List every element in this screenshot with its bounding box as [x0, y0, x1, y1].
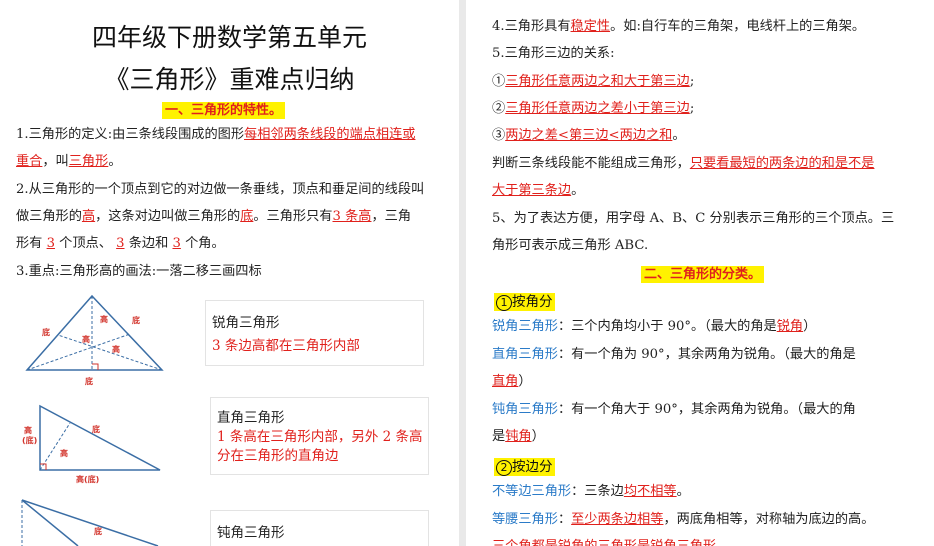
box-title: 直角三角形: [217, 410, 285, 426]
obtuse-definition: 钝角三角形：有一个角大于 90°，其余两角为锐角。（最大的角: [492, 402, 856, 417]
document-title: 四年级下册数学第五单元: [91, 23, 367, 52]
category-by-angle: 1 按角分: [494, 290, 555, 311]
obtuse-triangle-figure: 底: [21, 499, 159, 546]
obtuse-definition-cont: 是钝角）: [492, 429, 545, 444]
box-description: 1 条高在三角形内部，另外 2 条高分在三角形的直角边: [217, 429, 423, 464]
side-relation-3: ③两边之差<第三边<两边之和。: [492, 128, 686, 143]
side-relation-2: ②三角形任意两边之差小于第三边;: [492, 101, 695, 116]
right-triangle-box: 直角三角形 1 条高在三角形内部，另外 2 条高分在三角形的直角边: [210, 397, 429, 475]
right-definition: 直角三角形：有一个角为 90°，其余两角为锐角。（最大的角是: [492, 347, 856, 362]
figure-label: 高: [112, 344, 120, 354]
figure-label: 底: [84, 376, 93, 386]
figure-label: 高: [60, 448, 68, 458]
category-by-side: 2 按边分: [494, 455, 555, 476]
figure-label: 高: [100, 314, 108, 324]
paragraph-height-cont: 做三角形的高，这条对边叫做三角形的底。三角形只有3 条高，三角: [16, 209, 412, 224]
right-definition-cont: 直角）: [492, 374, 532, 389]
figure-label: 高(底): [76, 474, 99, 484]
paragraph-height-method: 3.重点:三角形高的画法:一落二移三画四标: [16, 264, 262, 279]
paragraph-height-cont2: 形有 3 个顶点、 3 条边和 3 个角。: [16, 236, 225, 251]
box-title: 锐角三角形: [212, 315, 280, 331]
figure-label: 底: [91, 424, 100, 434]
section-heading-classification: 二、三角形的分类。: [641, 263, 765, 283]
isosceles-definition: 等腰三角形：至少两条边相等，两底角相等，对称轴为底边的高。: [492, 512, 875, 527]
notation-line: 5、为了表达方便，用字母 A、B、C 分别表示三角形的三个顶点。三: [492, 211, 895, 226]
section-heading-properties: 一、三角形的特性。: [162, 99, 286, 119]
acute-triangle-figure: 底 底 底 高 高 高: [25, 294, 164, 386]
paragraph-definition: 1.三角形的定义:由三条线段围成的图形每相邻两条线段的端点相连或: [16, 127, 416, 142]
notation-line-cont: 角形可表示成三角形 ABC.: [492, 238, 649, 253]
document-subtitle: 《三角形》重难点归纳: [104, 65, 355, 94]
stability-line: 4.三角形具有稳定性。如:自行车的三角架，电线杆上的三角架。: [492, 19, 866, 34]
figure-label: 高: [82, 334, 90, 344]
figure-label: (底): [22, 435, 37, 445]
acute-triangle-box: 锐角三角形 3 条边高都在三角形内部: [205, 300, 424, 366]
judge-line-cont: 大于第三条边。: [492, 183, 585, 198]
left-page: 四年级下册数学第五单元 《三角形》重难点归纳 一、三角形的特性。 1.三角形的定…: [0, 0, 459, 546]
paragraph-definition-cont: 重合，叫三角形。: [16, 154, 122, 169]
acute-definition: 锐角三角形：三个内角均小于 90°。（最大的角是锐角）: [492, 319, 817, 334]
right-page: 4.三角形具有稳定性。如:自行车的三角架，电线杆上的三角架。 5.三角形三边的关…: [466, 0, 934, 546]
paragraph-height: 2.从三角形的一个顶点到它的对边做一条垂线，顶点和垂足间的线段叫: [16, 182, 425, 197]
box-title: 钝角三角形: [217, 525, 285, 541]
box-description: 3 条边高都在三角形内部: [212, 338, 360, 354]
acute-note-partial: 三个角都是锐角的三角形是锐角三角形: [492, 533, 716, 546]
circled-number: 2: [496, 460, 512, 476]
judge-line: 判断三条线段能不能组成三角形，只要看最短的两条边的和是不是: [492, 156, 875, 171]
circled-number: 1: [496, 295, 512, 311]
figure-label: 高: [24, 425, 32, 435]
right-triangle-figure: 高 (底) 底 高 高(底): [22, 404, 161, 484]
scalene-definition: 不等边三角形：三条边均不相等。: [492, 484, 690, 499]
figure-label: 底: [131, 315, 140, 325]
figure-label: 底: [93, 526, 102, 536]
side-relation-1: ①三角形任意两边之和大于第三边;: [492, 74, 695, 89]
obtuse-triangle-box: 钝角三角形: [210, 510, 429, 546]
figure-label: 底: [41, 327, 50, 337]
side-relation-heading: 5.三角形三边的关系:: [492, 46, 615, 61]
